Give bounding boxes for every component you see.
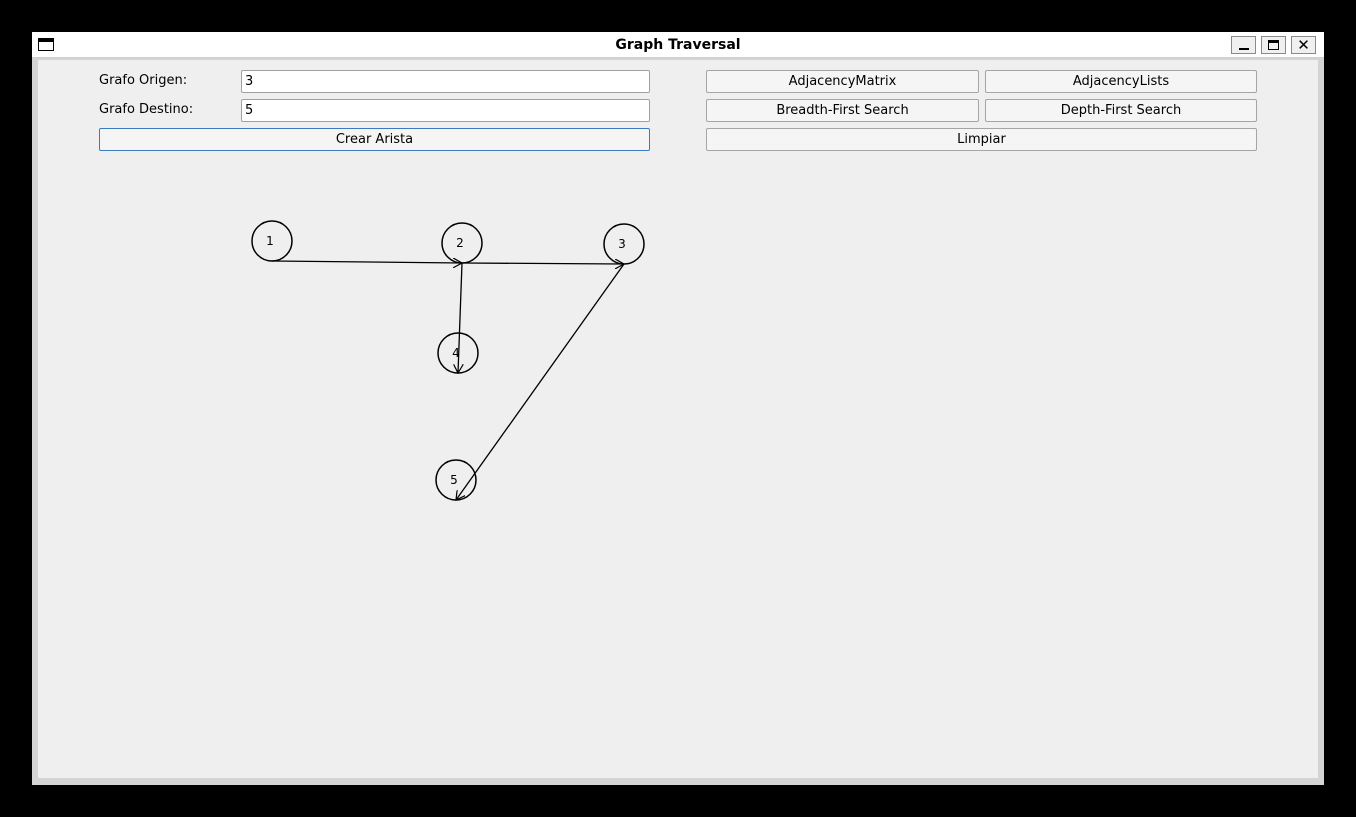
grafo-origen-label: Grafo Origen:	[99, 73, 188, 88]
main-panel: 1 2 3 4 5 Grafo Origen: Grafo Destino: Crear…	[38, 60, 1318, 778]
graph-node-label: 1	[266, 234, 274, 248]
title-bar[interactable]: Graph Traversal ✕	[32, 32, 1324, 58]
graph-edge-1-2	[271, 261, 462, 263]
graph-node-5	[435, 459, 477, 501]
app-window: Graph Traversal ✕ 1 2 3 4 5 Grafo Origen: Gr…	[32, 32, 1324, 785]
limpiar-button[interactable]: Limpiar	[706, 128, 1257, 151]
graph-edge-2-4	[458, 262, 462, 373]
maximize-icon	[1268, 40, 1279, 50]
depth-first-search-button[interactable]: Depth-First Search	[985, 99, 1257, 122]
adjacency-matrix-button[interactable]: AdjacencyMatrix	[706, 70, 979, 93]
adjacency-lists-button[interactable]: AdjacencyLists	[985, 70, 1257, 93]
graph-node-label: 5	[450, 473, 458, 487]
grafo-destino-label: Grafo Destino:	[99, 102, 194, 117]
graph-canvas: 1 2 3 4 5	[251, 220, 645, 778]
minimize-icon	[1238, 48, 1249, 50]
minimize-button[interactable]	[1231, 36, 1256, 54]
graph-edge-3-5	[456, 263, 625, 500]
grafo-destino-input[interactable]	[241, 99, 650, 122]
maximize-button[interactable]	[1261, 36, 1286, 54]
close-button[interactable]: ✕	[1291, 36, 1316, 54]
graph-node-3	[603, 223, 645, 265]
crear-arista-button[interactable]: Crear Arista	[99, 128, 650, 151]
graph-node-label: 4	[452, 346, 460, 360]
graph-edge-2-3	[461, 263, 624, 264]
graph-node-label: 2	[456, 236, 464, 250]
graph-node-1	[251, 220, 293, 262]
graph-node-label: 3	[618, 237, 626, 251]
window-title: Graph Traversal	[615, 37, 741, 53]
grafo-origen-input[interactable]	[241, 70, 650, 93]
close-icon: ✕	[1297, 35, 1310, 54]
graph-node-2	[441, 222, 483, 264]
breadth-first-search-button[interactable]: Breadth-First Search	[706, 99, 979, 122]
graph-node-4	[437, 332, 479, 374]
